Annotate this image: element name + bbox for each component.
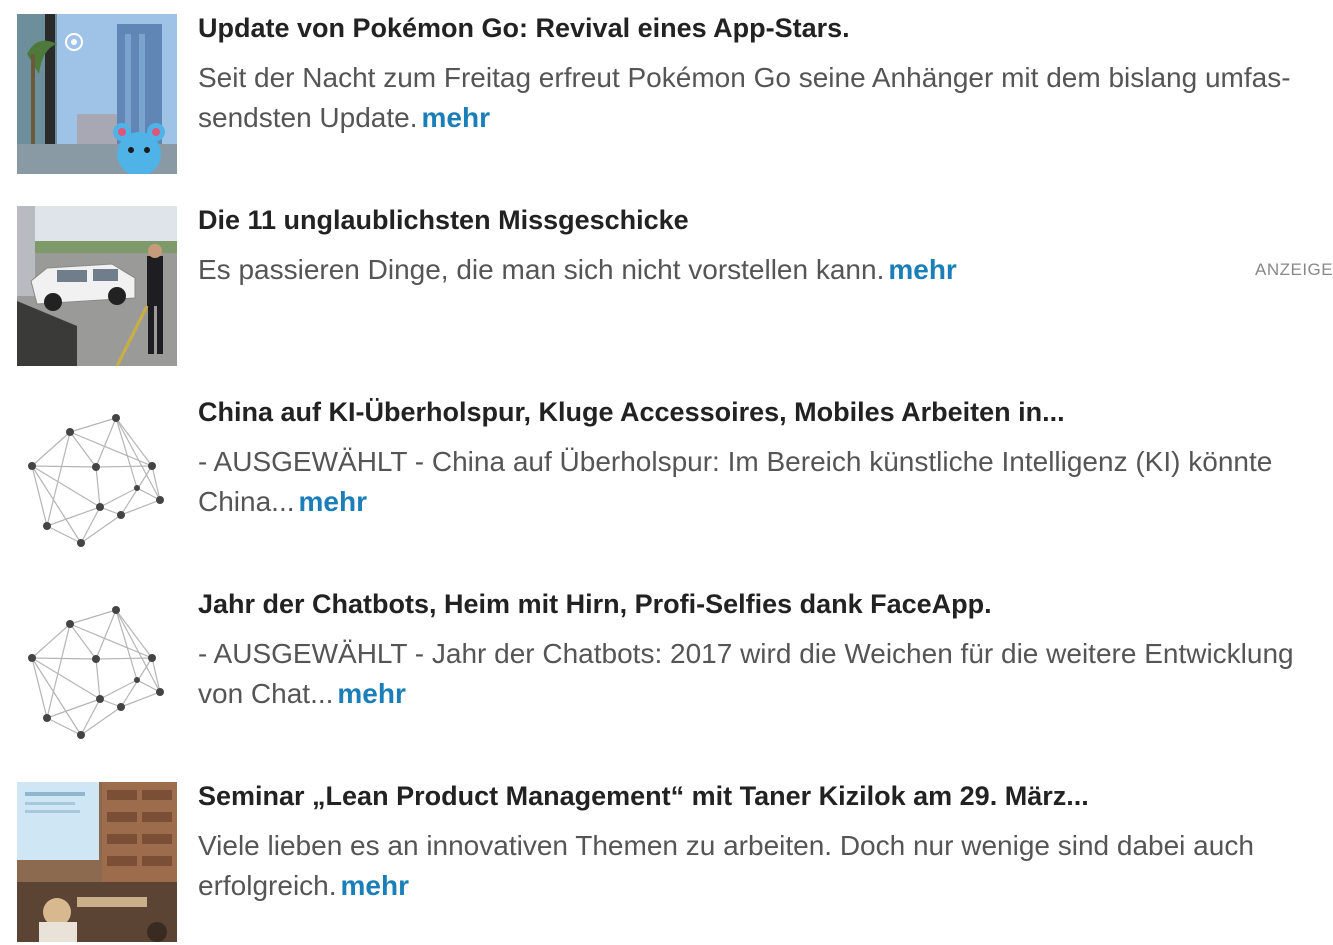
more-link[interactable]: mehr	[422, 102, 490, 133]
car-accident-photo-icon	[17, 206, 177, 366]
teaser-line: sendsten Update.	[198, 102, 418, 133]
more-link[interactable]: mehr	[888, 254, 956, 285]
article-item: Seminar „Lean Product Management“ mit Ta…	[0, 780, 1333, 945]
article-thumbnail[interactable]	[17, 782, 177, 942]
article-teaser: - AUSGEWÄHLT - Jahr der Chatbots: 2017 w…	[198, 634, 1326, 714]
teaser-line-last: erfolgreich. mehr	[198, 866, 1326, 906]
article-item: Update von Pokémon Go: Revival eines App…	[0, 12, 1333, 182]
article-thumbnail[interactable]	[17, 206, 177, 366]
teaser-line: von Chat...	[198, 678, 334, 709]
article-title[interactable]: Seminar „Lean Product Management“ mit Ta…	[198, 780, 1089, 812]
article-thumbnail[interactable]	[17, 14, 177, 174]
article-feed: Update von Pokémon Go: Revival eines App…	[0, 0, 1333, 945]
teaser-line: China...	[198, 486, 295, 517]
more-link[interactable]: mehr	[299, 486, 367, 517]
teaser-line: - AUSGEWÄHLT - China auf Überholspur: Im…	[198, 446, 1273, 477]
teaser-line: Es passieren Dinge, die man sich nicht v…	[198, 254, 885, 285]
teaser-line: erfolgreich.	[198, 870, 337, 901]
teaser-line: Seit der Nacht zum Freitag erfreut Pokém…	[198, 62, 1291, 93]
article-item: China auf KI-Überholspur, Kluge Accessoi…	[0, 396, 1333, 566]
article-item: Jahr der Chatbots, Heim mit Hirn, Profi-…	[0, 588, 1333, 758]
article-teaser: Es passieren Dinge, die man sich nicht v…	[198, 250, 1326, 290]
teaser-line-last: sendsten Update. mehr	[198, 98, 1326, 138]
network-graph-icon	[28, 414, 164, 547]
article-title[interactable]: Jahr der Chatbots, Heim mit Hirn, Profi-…	[198, 588, 992, 620]
article-title[interactable]: Update von Pokémon Go: Revival eines App…	[198, 12, 850, 44]
teaser-line: - AUSGEWÄHLT - Jahr der Chatbots: 2017 w…	[198, 638, 1294, 669]
seminar-photo-icon	[17, 782, 177, 942]
teaser-line-last: von Chat... mehr	[198, 674, 1326, 714]
article-title[interactable]: China auf KI-Überholspur, Kluge Accessoi…	[198, 396, 1065, 428]
teaser-line-last: China... mehr	[198, 482, 1326, 522]
more-link[interactable]: mehr	[337, 678, 405, 709]
ad-label: ANZEIGE	[1255, 260, 1333, 279]
teaser-line-last: Es passieren Dinge, die man sich nicht v…	[198, 250, 1326, 290]
article-title[interactable]: Die 11 unglaublichsten Missgeschicke	[198, 204, 689, 236]
article-teaser: Seit der Nacht zum Freitag erfreut Pokém…	[198, 58, 1326, 138]
article-teaser: - AUSGEWÄHLT - China auf Überholspur: Im…	[198, 442, 1326, 522]
more-link[interactable]: mehr	[341, 870, 409, 901]
article-item: Die 11 unglaublichsten Missgeschicke Es …	[0, 204, 1333, 374]
pokemon-go-photo-icon	[17, 14, 177, 174]
article-thumbnail[interactable]	[17, 398, 177, 558]
article-thumbnail[interactable]	[17, 590, 177, 750]
teaser-line: Viele lieben es an innovativen Themen zu…	[198, 830, 1254, 861]
article-teaser: Viele lieben es an innovativen Themen zu…	[198, 826, 1326, 906]
network-graph-icon	[28, 606, 164, 739]
